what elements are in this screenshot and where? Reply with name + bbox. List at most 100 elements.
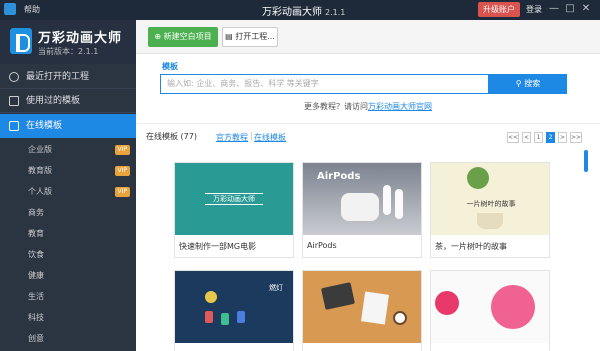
- pager-prev[interactable]: <: [522, 132, 531, 143]
- sidebar-item-recent[interactable]: 最近打开的工程: [0, 65, 136, 89]
- template-card[interactable]: 一片树叶的故事 茶，一片树叶的故事: [430, 162, 550, 258]
- close-icon[interactable]: ✕: [580, 3, 592, 15]
- sidebar-sub-life[interactable]: 生活: [0, 287, 136, 307]
- minimize-icon[interactable]: —: [548, 3, 560, 15]
- open-project-label: 打开工程...: [235, 32, 275, 41]
- login-link[interactable]: 登录: [526, 4, 542, 15]
- open-project-button[interactable]: ▤ 打开工程...: [222, 27, 278, 47]
- search-area: 模板 输入如: 企业、商务、报告、科学 等关键字 ⚲ 搜索 更多教程？请访问万彩…: [136, 54, 600, 124]
- sidebar-item-label: 最近打开的工程: [26, 72, 90, 82]
- scrollbar[interactable]: [584, 150, 588, 172]
- thumb-text: 万彩动画大师: [205, 193, 263, 205]
- sidebar-sub-business[interactable]: 商务: [0, 203, 136, 223]
- help-menu[interactable]: 帮助: [24, 4, 40, 15]
- official-tutorial-link[interactable]: 官方教程: [216, 132, 248, 143]
- template-thumbnail: [303, 271, 421, 343]
- laptop-icon: [321, 282, 355, 310]
- airpods-case-icon: [341, 193, 379, 221]
- thumb-text: AirPods: [317, 171, 361, 182]
- template-thumbnail: 燃灯: [175, 271, 293, 343]
- pager-page-2[interactable]: 2: [546, 132, 555, 143]
- logo-version: 当前版本：2.1.1: [38, 47, 99, 56]
- cloud-icon: [9, 121, 19, 131]
- template-count: 在线模板 (77): [146, 132, 197, 141]
- toolbar: ⊕ 新建空白项目 ▤ 打开工程...: [136, 20, 600, 54]
- coffee-cup-icon: [393, 311, 407, 325]
- tutorial-prefix: 更多教程？请访问: [304, 102, 368, 111]
- tea-cup-icon: [477, 213, 503, 229]
- airpod-icon: [383, 185, 391, 215]
- list-header: 在线模板 (77) 官方教程 | 在线模板 << < 1 2 > >>: [136, 124, 600, 144]
- title-bar: 帮助 万彩动画大师 2.1.1 升级账户 登录 — □ ✕: [0, 0, 600, 20]
- pager-last[interactable]: >>: [570, 132, 582, 143]
- template-card[interactable]: [430, 270, 550, 351]
- badge-icon: [491, 285, 535, 329]
- template-caption: AirPods: [307, 241, 337, 250]
- logo-mark-icon: [10, 28, 32, 54]
- sidebar-sub-tech[interactable]: 科技: [0, 308, 136, 328]
- official-site-link[interactable]: 万彩动画大师官网: [368, 102, 432, 111]
- pager-first[interactable]: <<: [507, 132, 519, 143]
- template-card[interactable]: 万彩动画大师 快速制作一部MG电影: [174, 162, 294, 258]
- divider: |: [250, 131, 253, 140]
- template-thumbnail: 万彩动画大师: [175, 163, 293, 235]
- template-card[interactable]: [302, 270, 422, 351]
- sidebar-sub-education[interactable]: 教育: [0, 224, 136, 244]
- sidebar-sub-personal[interactable]: 个人版 VIP: [0, 182, 136, 202]
- sub-label: 教育版: [28, 166, 52, 175]
- sub-label: 企业版: [28, 145, 52, 154]
- upgrade-account-button[interactable]: 升级账户: [478, 2, 520, 17]
- template-caption: 快速制作一部MG电影: [179, 242, 257, 251]
- app-icon: [4, 3, 16, 15]
- clock-icon: [9, 72, 19, 82]
- vip-badge: VIP: [114, 166, 130, 176]
- airpod-icon: [395, 189, 403, 219]
- sidebar-sub-enterprise[interactable]: 企业版 VIP: [0, 140, 136, 160]
- online-templates-link[interactable]: 在线模板: [254, 132, 286, 143]
- folder-icon: ▤: [225, 32, 236, 41]
- window-version: 2.1.1: [325, 8, 346, 17]
- film-reel-icon: [435, 291, 459, 315]
- search-button[interactable]: ⚲ 搜索: [489, 74, 567, 94]
- vip-badge: VIP: [114, 145, 130, 155]
- logo-name: 万彩动画大师: [38, 31, 123, 46]
- template-card[interactable]: 燃灯: [174, 270, 294, 351]
- template-thumbnail: [431, 271, 549, 343]
- template-grid: 万彩动画大师 快速制作一部MG电影 AirPods AirPods 一片树叶的故…: [136, 148, 588, 351]
- thumb-text: 燃灯: [269, 284, 283, 292]
- template-caption: 茶，一片树叶的故事: [435, 242, 507, 251]
- search-button-label: 搜索: [524, 79, 541, 88]
- lantern-icon: [237, 311, 245, 323]
- search-label: 模板: [162, 62, 178, 71]
- sub-label: 个人版: [28, 187, 52, 196]
- template-thumbnail: AirPods: [303, 163, 421, 235]
- plus-icon: ⊕: [154, 32, 164, 41]
- window-title-text: 万彩动画大师: [262, 7, 322, 18]
- template-thumbnail: 一片树叶的故事: [431, 163, 549, 235]
- template-card[interactable]: AirPods AirPods: [302, 162, 422, 258]
- lantern-icon: [205, 311, 213, 323]
- tea-leaf-icon: [467, 167, 489, 189]
- sidebar-sub-health[interactable]: 健康: [0, 266, 136, 286]
- sidebar: 万彩动画大师 当前版本：2.1.1 最近打开的工程 使用过的模板 在线模板 企业…: [0, 20, 136, 351]
- sidebar-sub-food[interactable]: 饮食: [0, 245, 136, 265]
- sidebar-item-online-templates[interactable]: 在线模板: [0, 114, 136, 138]
- main-area: ⊕ 新建空白项目 ▤ 打开工程... 模板 输入如: 企业、商务、报告、科学 等…: [136, 20, 600, 351]
- lantern-icon: [221, 313, 229, 325]
- sidebar-sub-creative[interactable]: 创意: [0, 329, 136, 349]
- maximize-icon[interactable]: □: [564, 3, 576, 15]
- moon-icon: [205, 291, 217, 303]
- template-icon: [9, 96, 19, 106]
- logo: 万彩动画大师 当前版本：2.1.1: [0, 20, 136, 64]
- tutorial-hint: 更多教程？请访问万彩动画大师官网: [304, 101, 432, 112]
- window-title: 万彩动画大师 2.1.1: [262, 3, 345, 18]
- sidebar-item-label: 使用过的模板: [26, 96, 81, 106]
- sidebar-item-used-templates[interactable]: 使用过的模板: [0, 89, 136, 113]
- thumb-text: 一片树叶的故事: [466, 200, 516, 208]
- search-input[interactable]: 输入如: 企业、商务、报告、科学 等关键字: [160, 74, 489, 94]
- pager-page-1[interactable]: 1: [534, 132, 543, 143]
- vip-badge: VIP: [114, 187, 130, 197]
- new-project-button[interactable]: ⊕ 新建空白项目: [148, 27, 218, 47]
- sidebar-sub-education-edition[interactable]: 教育版 VIP: [0, 161, 136, 181]
- pager-next[interactable]: >: [558, 132, 567, 143]
